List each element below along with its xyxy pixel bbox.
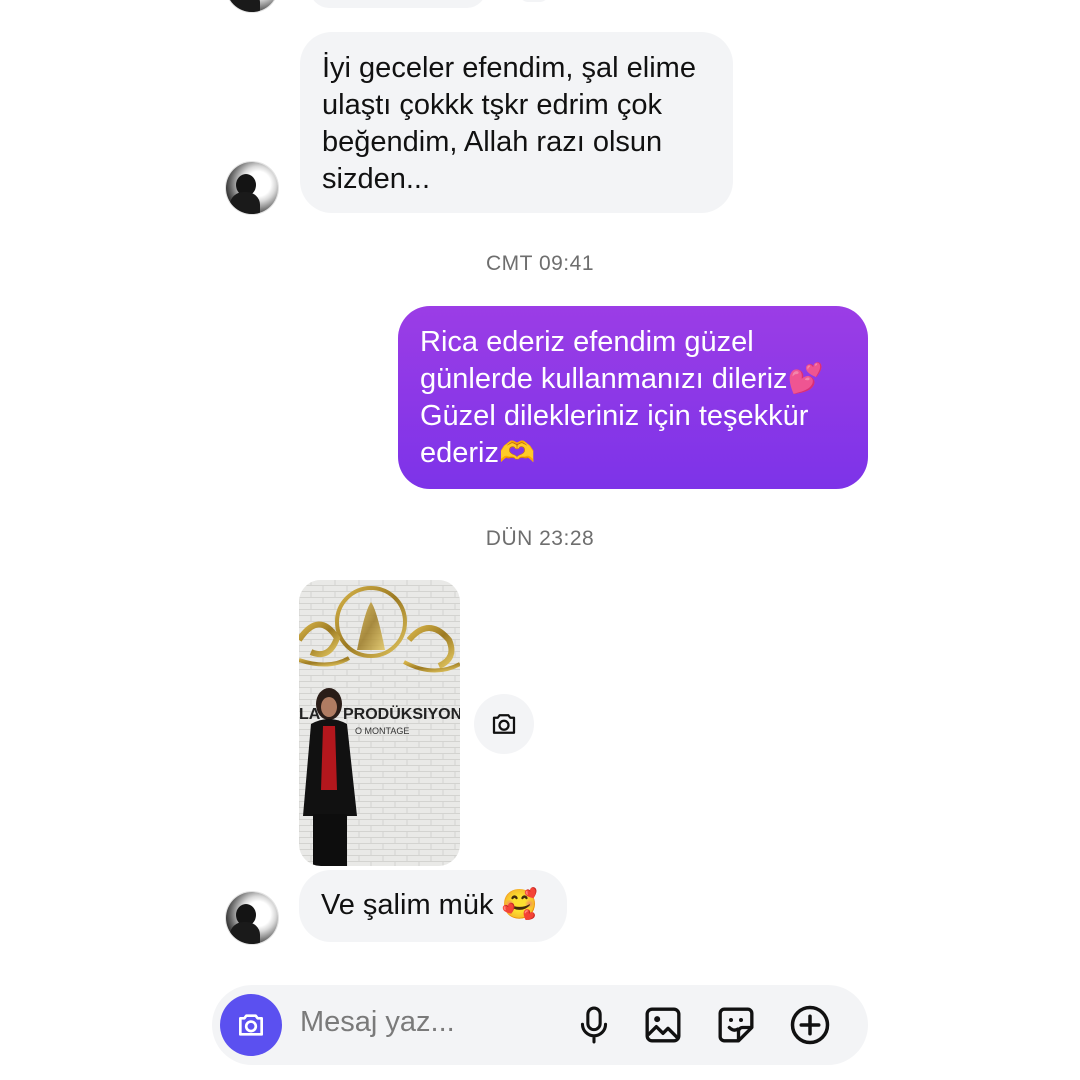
outgoing-message-bubble[interactable]: Rica ederiz efendim güzel günlerde kulla… <box>398 306 868 489</box>
contact-avatar[interactable] <box>226 162 278 214</box>
message-composer: Mesaj yaz... <box>212 985 868 1065</box>
microphone-icon <box>580 1006 608 1044</box>
photo-camera-reply-button[interactable] <box>474 694 534 754</box>
camera-icon <box>492 714 516 734</box>
gallery-icon <box>645 1007 681 1043</box>
message-line: Rica ederiz efendim güzel <box>420 326 754 358</box>
message-line: sizden... <box>322 163 430 195</box>
contact-avatar[interactable] <box>226 892 278 944</box>
message-line: beğendim, Allah razı olsun <box>322 126 663 158</box>
message-input[interactable]: Mesaj yaz... <box>300 1006 455 1039</box>
message-line: İyi geceler efendim, şal elime <box>322 52 696 84</box>
message-timestamp: CMT 09:41 <box>486 252 594 275</box>
photo-message[interactable]: LA PRODÜKSIYON O MONTAGE <box>299 580 460 866</box>
incoming-message-bubble[interactable]: İyi geceler efendim, şal elime ulaştı ço… <box>300 32 733 213</box>
photo-content: LA PRODÜKSIYON O MONTAGE <box>299 580 460 866</box>
microphone-button[interactable] <box>572 1003 616 1047</box>
message-line: Güzel dilekleriniz için teşekkür <box>420 400 809 432</box>
message-text: Ve şalim mük 🥰 <box>321 889 538 921</box>
camera-button[interactable] <box>220 994 282 1056</box>
sticker-icon <box>718 1007 754 1043</box>
add-icon <box>790 1005 830 1045</box>
camera-icon <box>239 1014 263 1036</box>
previous-message-reaction <box>520 0 548 2</box>
message-line: günlerde kullanmanızı dileriz💕 <box>420 363 824 395</box>
message-line: ulaştı çokkk tşkr edrim çok <box>322 89 663 121</box>
message-timestamp: DÜN 23:28 <box>485 527 595 550</box>
sign-text: PRODÜKSIYON <box>343 704 460 723</box>
sticker-button[interactable] <box>714 1003 758 1047</box>
add-button[interactable] <box>788 1003 832 1047</box>
contact-avatar-previous[interactable] <box>226 0 278 12</box>
incoming-message-bubble[interactable]: Ve şalim mük 🥰 <box>299 870 567 942</box>
gallery-button[interactable] <box>641 1003 685 1047</box>
previous-message-bubble[interactable] <box>310 0 486 8</box>
message-line: ederiz🫶 <box>420 437 536 469</box>
sign-subtext: O MONTAGE <box>355 726 409 736</box>
